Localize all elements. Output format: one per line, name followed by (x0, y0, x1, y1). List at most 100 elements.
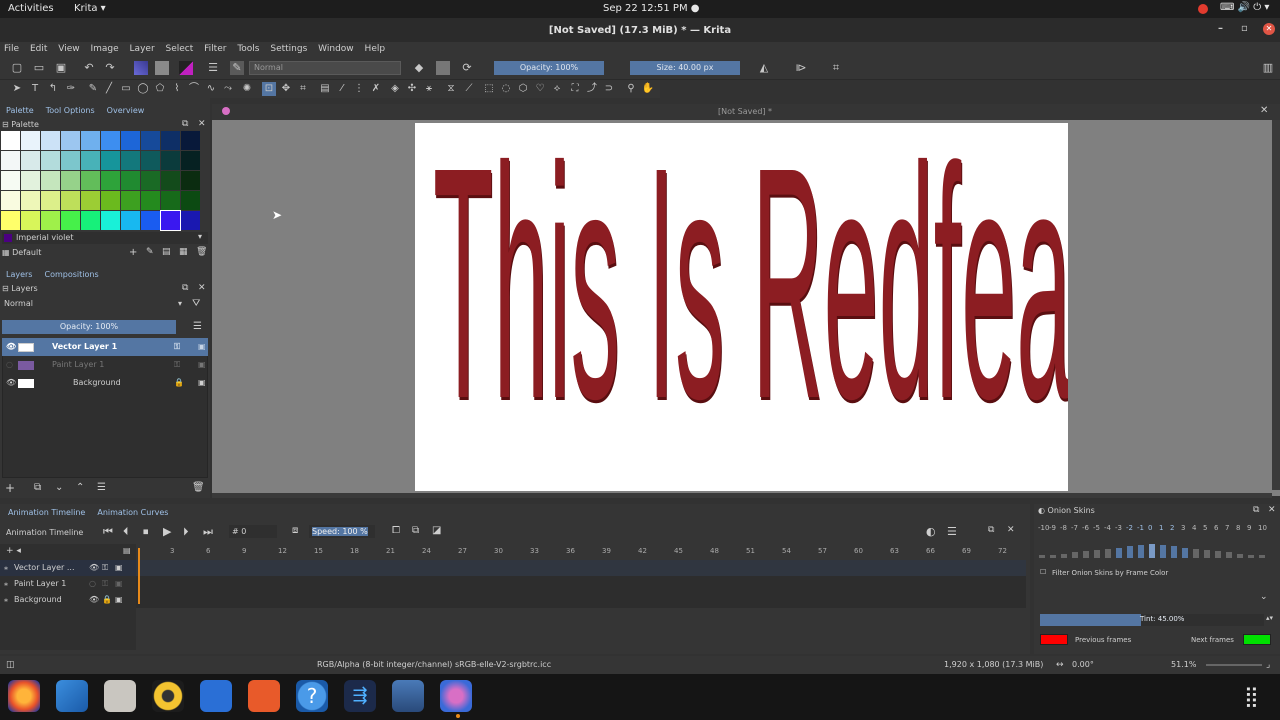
freehand-path-tool-icon[interactable]: ∿ (204, 82, 218, 96)
color-swatch[interactable] (101, 171, 120, 190)
onion-frame-label[interactable]: 0 (1148, 524, 1152, 532)
color-swatch[interactable] (1, 131, 20, 150)
magnetic-selection-icon[interactable]: ⊃ (602, 82, 616, 96)
onion-frame-bar[interactable] (1237, 553, 1243, 558)
layer-alpha-icon[interactable]: ▣ (198, 356, 206, 374)
color-swatch[interactable] (41, 131, 60, 150)
horizontal-scrollbar[interactable] (212, 493, 1272, 498)
float-palette-icon[interactable]: ⧉ (182, 119, 188, 129)
eraser-mode-icon[interactable]: ◆ (412, 61, 426, 75)
color-swatch[interactable] (141, 171, 160, 190)
close-timeline-icon[interactable]: ✕ (1007, 525, 1015, 535)
auto-key-icon[interactable]: ⧉ (412, 525, 419, 536)
brush-preset-icon[interactable]: ✎ (230, 61, 244, 75)
menu-tools[interactable]: Tools (233, 42, 263, 56)
stop-icon[interactable]: ⏹ (143, 525, 149, 539)
next-frame-icon[interactable]: ⏵ (183, 525, 189, 539)
clock[interactable]: Sep 22 12:51 PM ● (603, 3, 700, 14)
onion-frame-label[interactable]: 1 (1159, 524, 1163, 532)
onion-frame-bar[interactable] (1259, 555, 1265, 558)
filter-icon[interactable]: ⛛ (192, 298, 200, 309)
menu-file[interactable]: File (0, 42, 23, 56)
lock-icon[interactable]: 🔒 (102, 592, 112, 608)
software-icon[interactable] (248, 680, 280, 712)
close-layers-icon[interactable]: ✕ (198, 283, 206, 293)
timeline-settings-icon[interactable]: ▤ (123, 546, 131, 555)
freehand-selection-icon[interactable]: ♡ (533, 82, 547, 96)
layer-alpha-icon[interactable]: ▣ (198, 338, 206, 356)
color-swatch[interactable] (181, 151, 200, 170)
color-swatch[interactable] (1, 211, 20, 230)
bezier-tool-icon[interactable]: ⌒ (187, 82, 201, 96)
fill-pattern-icon[interactable] (155, 61, 169, 75)
move-layer-up-icon[interactable]: ⌃ (76, 482, 84, 493)
close-onion-icon[interactable]: ✕ (1268, 505, 1276, 515)
color-picker-tool-icon[interactable]: ⁄ (335, 82, 349, 96)
workspace-icon[interactable]: ▥ (1261, 61, 1275, 75)
opacity-slider[interactable]: Opacity: 100% (494, 61, 604, 75)
add-layer-icon[interactable]: + (5, 481, 15, 495)
eye-icon[interactable]: 👁 (6, 374, 16, 392)
undo-icon[interactable]: ↶ (82, 61, 96, 75)
color-swatch[interactable] (21, 131, 40, 150)
color-swatch[interactable] (161, 171, 180, 190)
color-swatch[interactable] (181, 191, 200, 210)
onion-frame-bar[interactable] (1226, 552, 1232, 558)
app-menu[interactable]: Krita ▾ (74, 3, 106, 14)
onion-frame-bar[interactable] (1050, 554, 1056, 558)
onion-frame-label[interactable]: 9 (1247, 524, 1251, 532)
menu-settings[interactable]: Settings (266, 42, 311, 56)
new-document-icon[interactable]: ▢ (10, 61, 24, 75)
tab-compositions[interactable]: Compositions (38, 268, 104, 282)
minimize-button[interactable]: – (1218, 23, 1223, 34)
layer-row-paint[interactable]: ○ Paint Layer 1 ⚿ ▣ (2, 356, 208, 374)
move-layer-down-icon[interactable]: ⌄ (55, 482, 63, 493)
tab-animation-timeline[interactable]: Animation Timeline (2, 506, 91, 520)
onion-frame-label[interactable]: 6 (1214, 524, 1218, 532)
color-swatch[interactable] (61, 151, 80, 170)
zoom-tool-icon[interactable]: ⚲ (624, 82, 638, 96)
brush-presets-icon[interactable]: ☰ (206, 61, 220, 75)
elliptical-selection-icon[interactable]: ◌ (499, 82, 513, 96)
color-swatch[interactable] (41, 191, 60, 210)
previous-frames-color[interactable] (1040, 634, 1068, 645)
onion-frame-label[interactable]: -8 (1060, 524, 1067, 532)
layer-lock-icon[interactable]: ⚿ (174, 356, 180, 374)
color-swatch[interactable] (21, 151, 40, 170)
calligraphy-tool-icon[interactable]: ✑ (64, 82, 78, 96)
edit-palette-icon[interactable]: ▤ (162, 247, 171, 257)
enclose-fill-tool-icon[interactable]: ✣ (405, 82, 419, 96)
show-applications-icon[interactable]: ⣿ (1244, 684, 1259, 708)
layer-alpha-icon[interactable]: ▣ (198, 374, 206, 392)
dynamic-brush-tool-icon[interactable]: ⤳ (221, 82, 235, 96)
menu-window[interactable]: Window (314, 42, 358, 56)
lock-icon[interactable]: ⚿ (102, 560, 108, 576)
color-swatch[interactable] (21, 171, 40, 190)
eye-icon[interactable]: 👁 (89, 560, 99, 576)
onion-frame-bar[interactable] (1105, 548, 1111, 558)
menu-layer[interactable]: Layer (126, 42, 159, 56)
rotation-value[interactable]: 0.00° (1072, 656, 1094, 674)
menu-edit[interactable]: Edit (26, 42, 51, 56)
freehand-brush-tool-icon[interactable]: ✎ (86, 82, 100, 96)
audio-icon[interactable]: ◪ (432, 525, 441, 536)
onion-frame-bar[interactable] (1182, 547, 1188, 558)
tint-stepper[interactable]: ▴▾ (1266, 614, 1273, 622)
polygonal-selection-icon[interactable]: ⬡ (516, 82, 530, 96)
onion-frame-bar[interactable] (1138, 545, 1144, 558)
onion-frame-bar[interactable] (1116, 547, 1122, 558)
color-swatch[interactable] (121, 151, 140, 170)
firefox-icon[interactable] (8, 680, 40, 712)
color-swatch[interactable] (121, 191, 140, 210)
layer-row-background[interactable]: 👁 Background 🔒 ▣ (2, 374, 208, 392)
color-swatch[interactable] (81, 171, 100, 190)
filter-onion-checkbox[interactable]: ☐ (1040, 568, 1046, 576)
settings-icon[interactable] (392, 680, 424, 712)
foreground-background-color-icon[interactable] (179, 61, 193, 75)
rectangular-selection-icon[interactable]: ⬚ (482, 82, 496, 96)
bezier-selection-icon[interactable]: ⤴ (585, 82, 599, 96)
krita-icon[interactable] (440, 680, 472, 712)
tab-tool-options[interactable]: Tool Options (40, 104, 101, 118)
polygon-tool-icon[interactable]: ⬠ (153, 82, 167, 96)
eye-hidden-icon[interactable]: ○ (6, 356, 13, 374)
